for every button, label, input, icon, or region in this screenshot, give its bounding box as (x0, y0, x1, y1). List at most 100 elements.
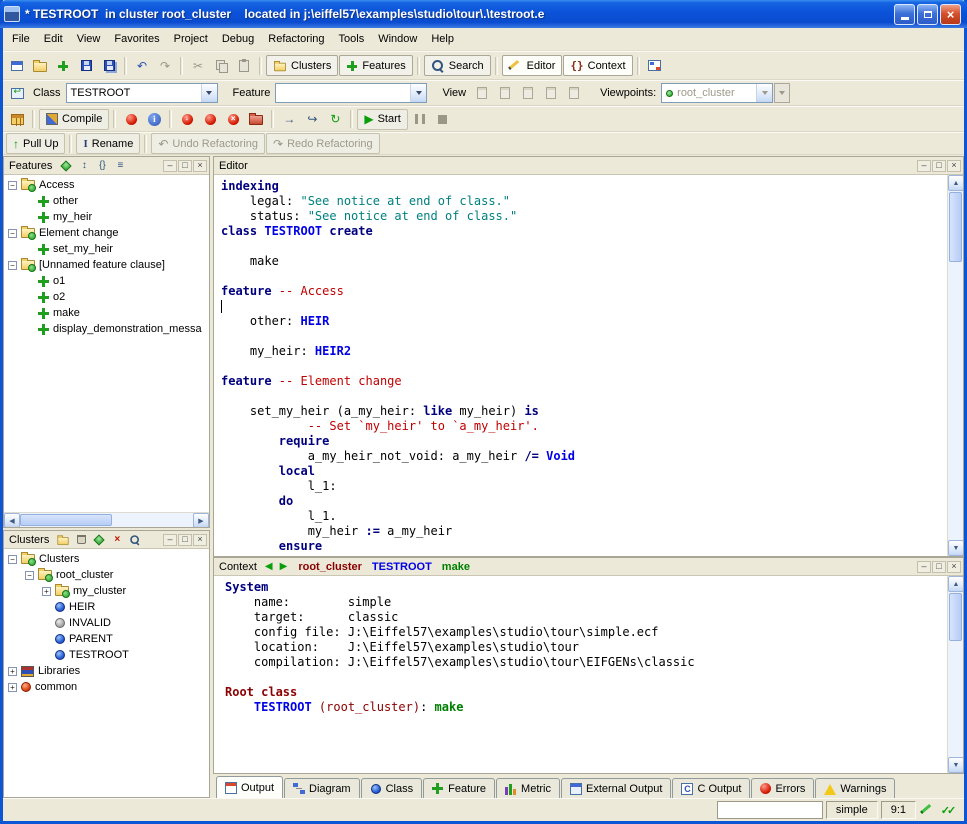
add-cluster-button[interactable] (55, 533, 71, 547)
minus-expander-icon[interactable]: − (8, 181, 17, 190)
tree-item-label[interactable]: o1 (53, 275, 65, 287)
tree-item-label[interactable]: other (53, 195, 78, 207)
feature-list-button[interactable]: ≡ (112, 159, 128, 173)
feature-new-button[interactable] (58, 159, 74, 173)
feature-sort-button[interactable]: ↕ (76, 159, 92, 173)
tab-c-output[interactable]: CC Output (672, 778, 750, 798)
menu-favorites[interactable]: Favorites (107, 30, 166, 48)
discard-assertions-button[interactable] (222, 109, 244, 130)
tree-item-label[interactable]: HEIR (69, 601, 95, 613)
minus-expander-icon[interactable]: − (8, 555, 17, 564)
panel-close-button[interactable]: × (947, 561, 961, 573)
tree-item-label[interactable]: [Unnamed feature clause] (39, 259, 165, 271)
plus-expander-icon[interactable]: + (8, 683, 17, 692)
tab-metric[interactable]: Metric (496, 778, 560, 798)
menu-debug[interactable]: Debug (215, 30, 261, 48)
class-combobox[interactable]: TESTROOT (66, 83, 218, 103)
view-interface-button[interactable] (540, 83, 562, 104)
tree-item-label[interactable]: my_heir (53, 211, 92, 223)
panel-minimize-button[interactable]: – (163, 160, 177, 172)
tree-item[interactable]: other (4, 193, 209, 209)
view-text-button[interactable] (471, 83, 493, 104)
tree-item[interactable]: my_heir (4, 209, 209, 225)
restore-button[interactable] (917, 4, 938, 25)
start-button[interactable]: ▶Start (357, 109, 407, 130)
tab-warnings[interactable]: Warnings (815, 778, 895, 798)
rename-button[interactable]: IRename (76, 133, 140, 154)
chevron-down-icon[interactable] (756, 84, 772, 102)
feature-combobox[interactable] (275, 83, 427, 103)
panel-maximize-button[interactable]: □ (932, 561, 946, 573)
open-button[interactable] (29, 55, 51, 76)
tree-item-label[interactable]: display_demonstration_messa (53, 323, 202, 335)
close-button[interactable]: × (940, 4, 961, 25)
class-tool-button[interactable] (6, 83, 28, 104)
tree-item-label[interactable]: INVALID (69, 617, 111, 629)
tree-item-label[interactable]: set_my_heir (53, 243, 113, 255)
feature-signature-button[interactable]: {} (94, 159, 110, 173)
minus-expander-icon[interactable]: − (25, 571, 34, 580)
save-button[interactable] (75, 55, 97, 76)
scroll-down-icon[interactable]: ▼ (948, 757, 964, 773)
redo-button[interactable]: ↷ (154, 55, 176, 76)
remove-cluster-button[interactable] (73, 533, 89, 547)
viewpoints-extra-dropdown[interactable] (774, 83, 790, 103)
scroll-left-icon[interactable]: ◀ (4, 513, 20, 528)
tree-item[interactable]: o2 (4, 289, 209, 305)
panel-maximize-button[interactable]: □ (178, 160, 192, 172)
compile-info-button[interactable]: i (143, 109, 165, 130)
panel-close-button[interactable]: × (193, 534, 207, 546)
breadcrumb-item[interactable]: TESTROOT (372, 561, 432, 573)
panel-minimize-button[interactable]: – (917, 160, 931, 172)
menu-window[interactable]: Window (371, 30, 424, 48)
tree-item[interactable]: − root_cluster (4, 567, 209, 583)
tree-item-label[interactable]: o2 (53, 291, 65, 303)
minimize-button[interactable] (894, 4, 915, 25)
tree-item[interactable]: INVALID (4, 615, 209, 631)
copy-button[interactable] (210, 55, 232, 76)
tree-item[interactable]: make (4, 305, 209, 321)
panel-maximize-button[interactable]: □ (932, 160, 946, 172)
tree-item-label[interactable]: TESTROOT (69, 649, 129, 661)
tab-class[interactable]: Class (361, 778, 423, 798)
editor-code[interactable]: indexing legal: "See notice at end of cl… (214, 175, 947, 556)
menu-view[interactable]: View (70, 30, 108, 48)
tree-item-label[interactable]: root_cluster (56, 569, 113, 581)
tree-item-label[interactable]: Libraries (38, 665, 80, 677)
tree-item[interactable]: display_demonstration_messa (4, 321, 209, 337)
tab-diagram[interactable]: Diagram (284, 778, 360, 798)
pause-button[interactable] (409, 109, 431, 130)
tree-item[interactable]: −Access (4, 177, 209, 193)
tree-item[interactable]: HEIR (4, 599, 209, 615)
plus-expander-icon[interactable]: + (8, 667, 17, 676)
menu-project[interactable]: Project (167, 30, 215, 48)
breadcrumb-item[interactable]: make (442, 561, 470, 573)
tree-item[interactable]: −[Unnamed feature clause] (4, 257, 209, 273)
menu-refactoring[interactable]: Refactoring (261, 30, 331, 48)
tree-item-label[interactable]: PARENT (69, 633, 113, 645)
run-refresh-button[interactable]: ↻ (324, 109, 346, 130)
history-forward-button[interactable]: ▶ (278, 561, 290, 572)
features-hscrollbar[interactable]: ◀ ▶ (4, 512, 209, 527)
scrollbar-thumb[interactable] (20, 514, 112, 526)
step-over-button[interactable]: ↪ (301, 109, 323, 130)
tree-item-label[interactable]: Element change (39, 227, 119, 239)
search-button[interactable]: Search (424, 55, 491, 76)
undo-refactoring-button[interactable]: ↶Undo Refactoring (151, 133, 265, 154)
panel-maximize-button[interactable]: □ (178, 534, 192, 546)
minus-expander-icon[interactable]: − (8, 229, 17, 238)
melt-button[interactable] (120, 109, 142, 130)
scroll-down-icon[interactable]: ▼ (948, 540, 964, 556)
tab-external-output[interactable]: External Output (561, 778, 671, 798)
menu-help[interactable]: Help (424, 30, 461, 48)
project-settings-button[interactable] (6, 109, 28, 130)
scroll-right-icon[interactable]: ▶ (193, 513, 209, 528)
tree-item[interactable]: − Clusters (4, 551, 209, 567)
tree-item[interactable]: set_my_heir (4, 241, 209, 257)
tree-item-label[interactable]: Clusters (39, 553, 79, 565)
pull-up-button[interactable]: ↑Pull Up (6, 133, 65, 154)
freeze-button[interactable] (176, 109, 198, 130)
plus-expander-icon[interactable]: + (42, 587, 51, 596)
tab-output[interactable]: Output (216, 776, 283, 798)
panel-close-button[interactable]: × (947, 160, 961, 172)
